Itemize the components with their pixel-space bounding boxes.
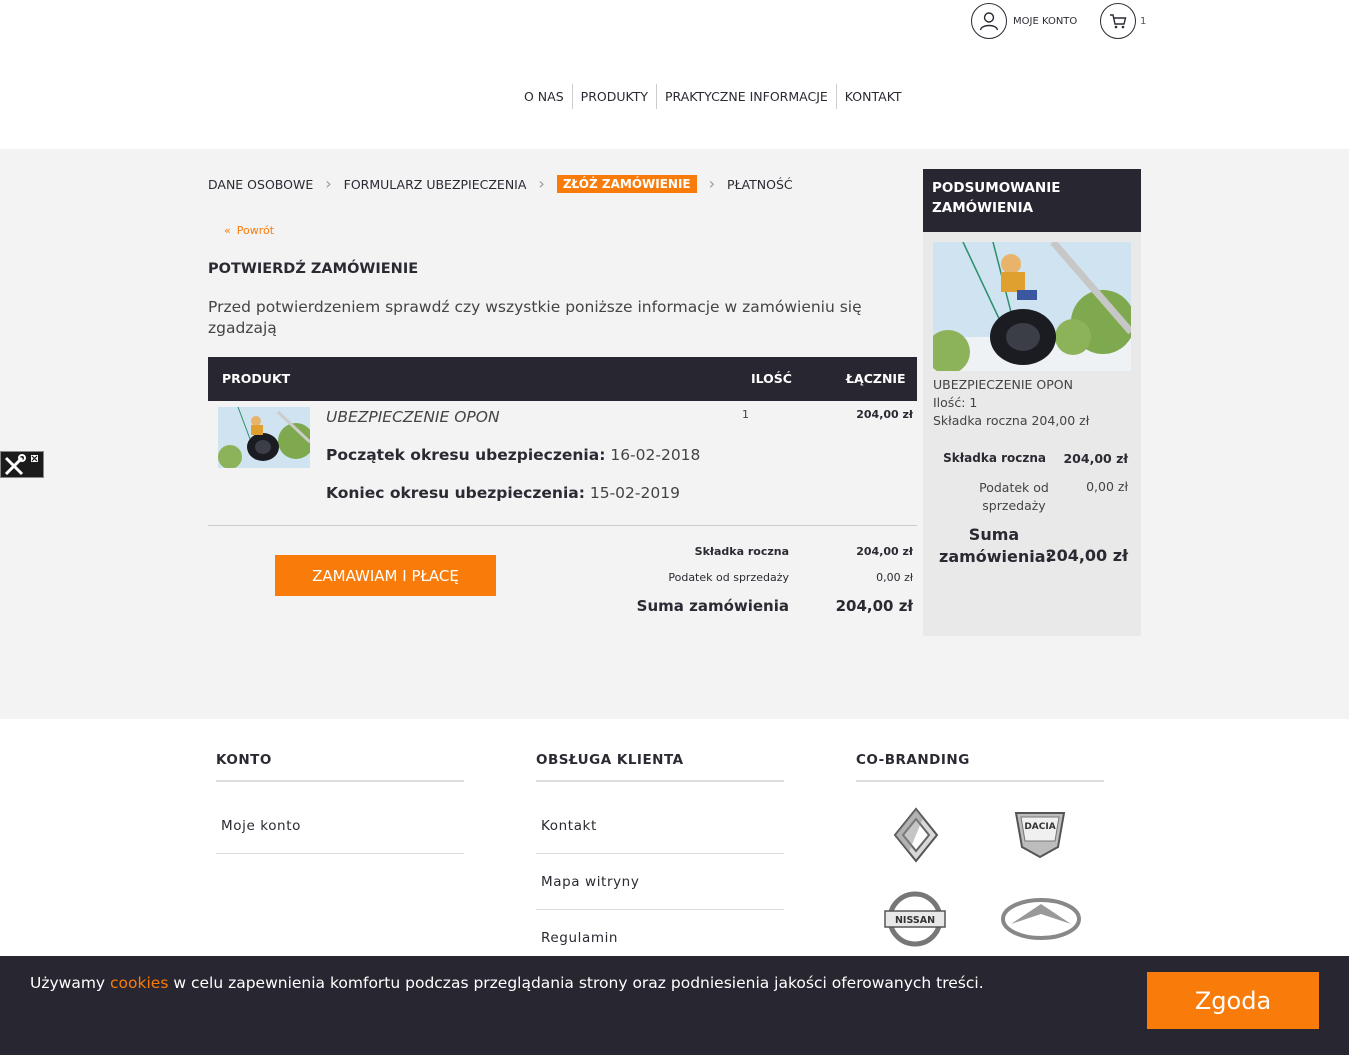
footer-service-title: OBSŁUGA KLIENTA: [536, 752, 784, 782]
divider: [208, 525, 917, 526]
cart-link[interactable]: 1: [1100, 3, 1146, 39]
product-total: 204,00 zł: [856, 408, 913, 421]
page-title: POTWIERDŹ ZAMÓWIENIE: [208, 261, 419, 277]
column-product: PRODUKT: [222, 371, 291, 386]
checkout-steps: DANE OSOBOWE › FORMULARZ UBEZPIECZENIA ›…: [208, 175, 793, 193]
summary-sum-label: Suma zamówienia:: [939, 525, 1052, 566]
nav-products[interactable]: PRODUKTY: [573, 84, 657, 109]
user-icon: [971, 3, 1007, 39]
premium-value: 204,00 zł: [856, 545, 913, 558]
summary-sum-value: 204,00 zł: [1045, 546, 1128, 565]
coverage-end: Koniec okresu ubezpieczenia: 15-02-2019: [326, 484, 680, 502]
cookie-message: Używamy cookies w celu zapewnienia komfo…: [30, 974, 984, 992]
order-sum-value: 204,00 zł: [835, 597, 913, 615]
table-header: PRODUKT ILOŚĆ ŁĄCZNIE: [208, 357, 917, 401]
footer-cobranding-title: CO-BRANDING: [856, 752, 1104, 782]
nissan-logo-text: NISSAN: [895, 915, 935, 926]
footer-account: KONTO Moje konto: [216, 752, 464, 854]
tax-value: 0,00 zł: [876, 571, 913, 584]
main-nav: O NAS PRODUKTY PRAKTYCZNE INFORMACJE KON…: [516, 84, 910, 109]
back-link[interactable]: « Powrót: [224, 224, 274, 237]
premium-label: Składka roczna: [694, 545, 789, 558]
column-total: ŁĄCZNIE: [846, 371, 906, 386]
summary-title: PODSUMOWANIE ZAMÓWIENIA: [923, 169, 1141, 232]
step-place-order: ZŁÓŻ ZAMÓWIENIE: [556, 175, 697, 193]
nav-info[interactable]: PRAKTYCZNE INFORMACJE: [657, 84, 837, 109]
nav-contact[interactable]: KONTAKT: [837, 84, 910, 109]
order-and-pay-button[interactable]: ZAMAWIAM I PŁACĘ: [275, 555, 496, 596]
summary-tax-label: Podatek od sprzedaży: [979, 480, 1049, 513]
account-label: MOJE KONTO: [1013, 15, 1078, 27]
main-content: [0, 149, 1349, 719]
cart-icon: [1100, 3, 1136, 39]
coverage-end-value: 15-02-2019: [589, 484, 680, 502]
tax-label: Podatek od sprzedaży: [668, 571, 789, 584]
my-account-link[interactable]: MOJE KONTO: [971, 3, 1077, 39]
infiniti-logo[interactable]: [998, 893, 1084, 945]
coverage-end-label: Koniec okresu ubezpieczenia:: [326, 484, 585, 502]
footer-account-title: KONTO: [216, 752, 464, 782]
product-image: [218, 407, 310, 468]
cookie-text-before: Używamy: [30, 974, 111, 992]
step-personal-data[interactable]: DANE OSOBOWE: [208, 177, 313, 192]
double-chevron-left-icon: «: [224, 224, 231, 237]
renault-logo[interactable]: [890, 805, 942, 865]
back-label: Powrót: [236, 224, 275, 237]
footer-link-my-account[interactable]: Moje konto: [216, 798, 464, 854]
chevron-right-icon: ›: [708, 174, 716, 193]
step-payment: PŁATNOŚĆ: [727, 176, 793, 192]
order-summary-panel: PODSUMOWANIE ZAMÓWIENIA UBEZPIECZENIE OP…: [923, 169, 1141, 636]
cookie-accept-button[interactable]: Zgoda: [1147, 972, 1319, 1029]
tools-icon: [4, 453, 38, 475]
chevron-right-icon: ›: [538, 174, 545, 193]
coverage-start-label: Początek okresu ubezpieczenia:: [326, 446, 606, 464]
footer-link-sitemap[interactable]: Mapa witryny: [536, 854, 784, 910]
intro-text: Przed potwierdzeniem sprawdź czy wszystk…: [208, 298, 862, 337]
summary-product-image: [933, 242, 1131, 371]
summary-tax-value: 0,00 zł: [1086, 479, 1128, 494]
step-insurance-form[interactable]: FORMULARZ UBEZPIECZENIA: [344, 177, 527, 192]
cookie-text-after: w celu zapewnienia komfortu podczas prze…: [168, 974, 984, 992]
summary-premium-line: Składka roczna 204,00 zł: [933, 413, 1090, 428]
summary-premium-label: Składka roczna: [943, 451, 1046, 465]
cookies-link[interactable]: cookies: [110, 974, 168, 992]
footer-customer-service: OBSŁUGA KLIENTA Kontakt Mapa witryny Reg…: [536, 752, 784, 966]
summary-product-name: UBEZPIECZENIE OPON: [933, 377, 1073, 392]
summary-quantity: Ilość: 1: [933, 395, 978, 410]
chevron-right-icon: ›: [325, 174, 332, 193]
tools-widget[interactable]: [0, 451, 44, 478]
footer-link-contact[interactable]: Kontakt: [536, 798, 784, 854]
coverage-start: Początek okresu ubezpieczenia: 16-02-201…: [326, 446, 700, 464]
summary-premium-value: 204,00 zł: [1063, 451, 1128, 466]
nissan-logo[interactable]: NISSAN: [882, 890, 948, 948]
product-quantity: 1: [742, 408, 749, 421]
nav-about[interactable]: O NAS: [516, 84, 573, 109]
product-name: UBEZPIECZENIE OPON: [326, 408, 500, 426]
dacia-logo-text: DACIA: [1024, 822, 1055, 832]
order-sum-label: Suma zamówienia: [636, 597, 789, 615]
footer-cobranding: CO-BRANDING: [856, 752, 1104, 782]
column-quantity: ILOŚĆ: [751, 371, 792, 386]
cart-count: 1: [1140, 15, 1147, 27]
coverage-start-value: 16-02-2018: [610, 446, 701, 464]
dacia-logo[interactable]: DACIA: [1010, 805, 1070, 860]
site-header: MOJE KONTO 1 O NAS PRODUKTY PRAKTYCZNE I…: [0, 0, 1349, 149]
